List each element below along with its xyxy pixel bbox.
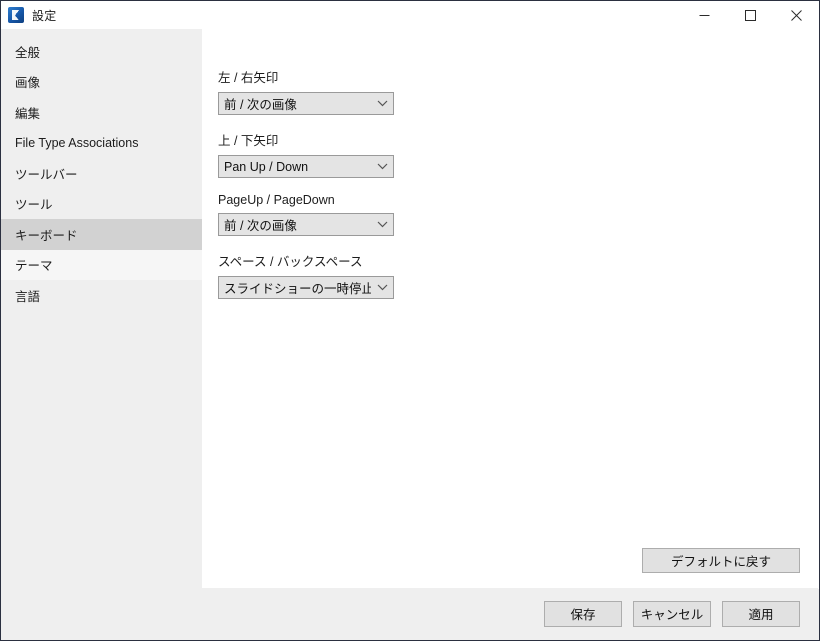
sidebar-item-editing[interactable]: 編集 <box>1 97 202 128</box>
select-value: 前 / 次の画像 <box>224 219 297 233</box>
maximize-icon[interactable] <box>727 1 773 29</box>
sidebar-item-general[interactable]: 全般 <box>1 36 202 67</box>
sidebar-item-label: 言語 <box>15 289 41 304</box>
chevron-down-icon <box>371 163 393 170</box>
field-group-up-down-arrow: 上 / 下矢印 Pan Up / Down <box>218 130 819 178</box>
keyboard-settings-panel: 左 / 右矢印 前 / 次の画像 上 / 下矢印 Pan Up / Down P… <box>202 29 819 589</box>
left-right-arrow-select[interactable]: 前 / 次の画像 <box>218 92 394 115</box>
pageup-pagedown-select[interactable]: 前 / 次の画像 <box>218 213 394 236</box>
sidebar-item-label: File Type Associations <box>15 135 139 150</box>
sidebar-item-keyboard[interactable]: キーボード <box>1 219 202 250</box>
sidebar-item-toolbar[interactable]: ツールバー <box>1 158 202 189</box>
field-label: 左 / 右矢印 <box>218 71 279 85</box>
window-body: 全般 画像 編集 File Type Associations ツールバー ツー… <box>1 29 819 640</box>
minimize-icon[interactable] <box>681 1 727 29</box>
select-value: Pan Up / Down <box>224 159 309 174</box>
window-controls <box>681 1 819 29</box>
shortcut-groups: 左 / 右矢印 前 / 次の画像 上 / 下矢印 Pan Up / Down P… <box>202 29 819 299</box>
field-label: 上 / 下矢印 <box>218 134 279 148</box>
sidebar-item-label: ツール <box>15 198 53 213</box>
settings-sidebar: 全般 画像 編集 File Type Associations ツールバー ツー… <box>1 29 202 640</box>
restore-defaults-button[interactable]: デフォルトに戻す <box>642 548 800 573</box>
cancel-button[interactable]: キャンセル <box>633 600 711 627</box>
field-label: PageUp / PageDown <box>218 193 335 207</box>
sidebar-item-label: 画像 <box>15 76 41 91</box>
sidebar-item-label: ツールバー <box>15 167 78 182</box>
sidebar-item-image[interactable]: 画像 <box>1 67 202 98</box>
title-bar: 設定 <box>1 1 819 29</box>
window-title: 設定 <box>32 8 57 23</box>
settings-window: 設定 全般 画像 編集 File Type Associations ツールバー… <box>0 0 820 641</box>
select-value: スライドショーの一時停止 <box>224 282 371 296</box>
chevron-down-icon <box>371 284 393 291</box>
apply-button[interactable]: 適用 <box>722 600 800 627</box>
field-group-left-right-arrow: 左 / 右矢印 前 / 次の画像 <box>218 67 819 115</box>
select-value: 前 / 次の画像 <box>224 98 297 112</box>
sidebar-item-file-type-associations[interactable]: File Type Associations <box>1 128 202 159</box>
chevron-down-icon <box>371 100 393 107</box>
sidebar-item-label: キーボード <box>15 228 78 243</box>
sidebar-item-label: テーマ <box>15 259 53 274</box>
dialog-footer: 保存 キャンセル 適用 <box>2 588 818 639</box>
save-button[interactable]: 保存 <box>544 600 622 627</box>
sidebar-item-label: 全般 <box>15 45 41 60</box>
up-down-arrow-select[interactable]: Pan Up / Down <box>218 155 394 178</box>
restore-defaults-area: デフォルトに戻す <box>642 548 800 573</box>
chevron-down-icon <box>371 221 393 228</box>
sidebar-item-theme[interactable]: テーマ <box>1 249 202 280</box>
space-backspace-select[interactable]: スライドショーの一時停止 <box>218 276 394 299</box>
field-label: スペース / バックスペース <box>218 255 363 269</box>
close-icon[interactable] <box>773 1 819 29</box>
sidebar-item-language[interactable]: 言語 <box>1 280 202 311</box>
sidebar-item-tools[interactable]: ツール <box>1 189 202 220</box>
sidebar-item-label: 編集 <box>15 106 41 121</box>
field-group-pageup-pagedown: PageUp / PageDown 前 / 次の画像 <box>218 193 819 236</box>
field-group-space-backspace: スペース / バックスペース スライドショーの一時停止 <box>218 251 819 299</box>
app-logo-icon <box>8 7 24 23</box>
